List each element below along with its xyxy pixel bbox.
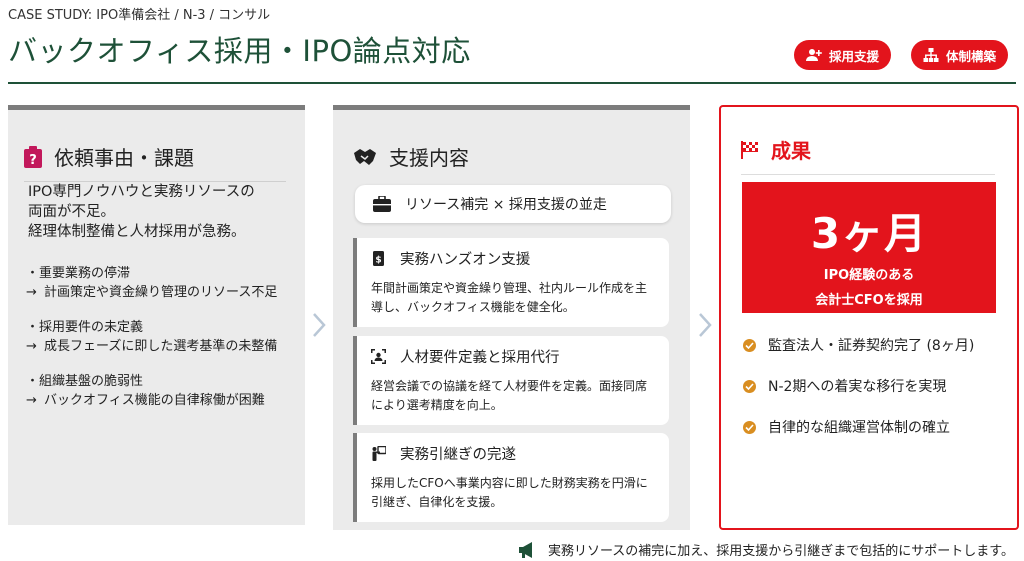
support-heading: 支援内容 xyxy=(353,142,469,171)
tag-org-building: 体制構築 xyxy=(911,40,1009,70)
issue-item: ・重要業務の停滞 → 計画策定や資金繰り管理のリソース不足 xyxy=(26,265,296,302)
invoice-icon: $ xyxy=(373,251,384,266)
clipboard-question-icon: ? xyxy=(24,145,42,168)
megaphone-icon xyxy=(518,541,532,558)
outcome-label: 自律的な組織運営体制の確立 xyxy=(768,420,950,436)
checkered-flag-icon xyxy=(741,140,758,159)
check-circle-icon xyxy=(743,338,756,352)
outcomes-list: 監査法人・証券契約完了 (8ヶ月) N-2期への着実な移行を実現 自律的な組織運… xyxy=(743,335,1013,458)
support-card: 人材要件定義と採用代行 経営会議での協議を経て人材要件を定義。面接同席により選考… xyxy=(353,336,669,425)
key-result-desc: 会計士CFOを採用 xyxy=(815,293,923,308)
issue-item: ・組織基盤の脆弱性 → バックオフィス機能の自律稼働が困難 xyxy=(26,373,296,410)
issue-detail: 成長フェーズに即した選考基準の未整備 xyxy=(44,338,278,354)
results-panel: 成果 3ヶ月 IPO経験のある 会計士CFOを採用 監査法人・証券契約完了 (8… xyxy=(719,105,1019,530)
check-circle-icon xyxy=(743,420,756,434)
outcome-item: N-2期への着実な移行を実現 xyxy=(743,376,1013,396)
card-title: 人材要件定義と採用代行 xyxy=(400,350,560,366)
intro-line: 両面が不足。 xyxy=(28,204,115,220)
support-card: $ 実務ハンズオン支援 年間計画策定や資金繰り管理、社内ルール作成を主導し、バッ… xyxy=(353,238,669,327)
footer-note: 実務リソースの補完に加え、採用支援から引継ぎまで包括的にサポートします。 xyxy=(518,540,1014,559)
org-chart-icon xyxy=(923,48,939,62)
briefcase-icon xyxy=(373,196,391,212)
title-divider xyxy=(8,82,1016,84)
card-body: 年間計画策定や資金繰り管理、社内ルール作成を主導し、バックオフィス機能を健全化。 xyxy=(371,281,648,314)
issues-heading: ? 依頼事由・課題 xyxy=(24,142,286,182)
issue-point: ・重要業務の停滞 xyxy=(26,266,131,281)
outcome-item: 自律的な組織運営体制の確立 xyxy=(743,417,1013,437)
user-scan-icon xyxy=(371,349,386,364)
card-body: 採用したCFOへ事業内容に即した財務実務を円滑に引継ぎ、自律化を支援。 xyxy=(371,476,648,509)
card-body: 経営会議での協議を経て人材要件を定義。面接同席により選考精度を向上。 xyxy=(371,379,648,412)
issue-detail: 計画策定や資金繰り管理のリソース不足 xyxy=(44,284,278,300)
issues-heading-label: 依頼事由・課題 xyxy=(54,146,194,170)
results-heading-label: 成果 xyxy=(771,139,811,163)
tag-label: 採用支援 xyxy=(829,48,880,64)
footer-text: 実務リソースの補完に加え、採用支援から引継ぎまで包括的にサポートします。 xyxy=(547,544,1014,559)
page-title: バックオフィス採用・IPO論点対応 xyxy=(8,34,471,68)
issue-point: ・採用要件の未定義 xyxy=(26,320,144,335)
check-circle-icon xyxy=(743,379,756,393)
handshake-icon xyxy=(354,148,376,165)
arrow-icon: → xyxy=(26,284,37,300)
card-title: 実務引継ぎの完遂 xyxy=(400,447,516,463)
chevron-right-icon xyxy=(312,312,326,338)
key-result-desc: IPO経験のある xyxy=(823,268,915,283)
issues-intro: IPO専門ノウハウと実務リソースの 両面が不足。 経理体制整備と人材採用が急務。 xyxy=(28,182,298,242)
support-lead: リソース補完 × 採用支援の並走 xyxy=(355,185,671,223)
person-board-icon xyxy=(372,446,386,461)
tag-label: 体制構築 xyxy=(946,48,997,64)
outcome-label: N-2期への着実な移行を実現 xyxy=(768,379,947,395)
issue-item: ・採用要件の未定義 → 成長フェーズに即した選考基準の未整備 xyxy=(26,319,296,356)
key-result-box: 3ヶ月 IPO経験のある 会計士CFOを採用 xyxy=(742,182,996,313)
chevron-right-icon xyxy=(698,312,712,338)
issues-list: ・重要業務の停滞 → 計画策定や資金繰り管理のリソース不足 ・採用要件の未定義 →… xyxy=(26,265,296,427)
outcome-label: 監査法人・証券契約完了 (8ヶ月) xyxy=(768,338,975,354)
support-card: 実務引継ぎの完遂 採用したCFOへ事業内容に即した財務実務を円滑に引継ぎ、自律化… xyxy=(353,433,669,522)
svg-text:$: $ xyxy=(375,256,381,266)
arrow-icon: → xyxy=(26,392,37,408)
key-result-value: 3ヶ月 xyxy=(810,209,928,258)
svg-text:?: ? xyxy=(29,153,37,168)
support-lead-label: リソース補完 × 採用支援の並走 xyxy=(405,197,607,213)
outcome-item: 監査法人・証券契約完了 (8ヶ月) xyxy=(743,335,1013,355)
arrow-icon: → xyxy=(26,338,37,354)
user-plus-icon xyxy=(806,49,822,61)
support-heading-label: 支援内容 xyxy=(389,146,469,170)
issue-point: ・組織基盤の脆弱性 xyxy=(26,374,144,389)
issue-detail: バックオフィス機能の自律稼働が困難 xyxy=(44,392,265,408)
intro-line: IPO専門ノウハウと実務リソースの xyxy=(28,184,255,200)
card-title: 実務ハンズオン支援 xyxy=(400,252,531,268)
tag-recruiting-support: 採用支援 xyxy=(794,40,892,70)
issues-panel: ? 依頼事由・課題 IPO専門ノウハウと実務リソースの 両面が不足。 経理体制整… xyxy=(8,105,305,525)
case-eyebrow: CASE STUDY: IPO準備会社 / N-3 / コンサル xyxy=(8,8,271,23)
results-heading: 成果 xyxy=(741,135,995,175)
intro-line: 経理体制整備と人材採用が急務。 xyxy=(28,224,246,240)
support-panel: 支援内容 リソース補完 × 採用支援の並走 $ 実務ハンズオン支援 年間計画策定… xyxy=(333,105,690,530)
